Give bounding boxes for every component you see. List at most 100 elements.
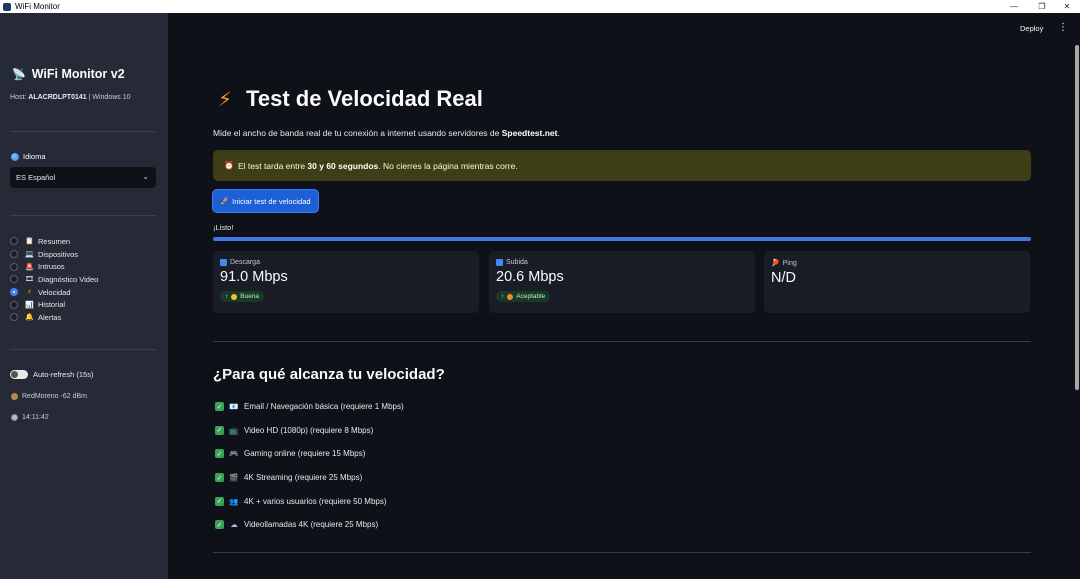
check-icon: ✓ <box>215 473 224 483</box>
clock-icon <box>11 414 18 421</box>
warning-banner: ⏰ El test tarda entre 30 y 60 segundos. … <box>213 150 1031 181</box>
sidebar-item-label: Diagnóstico Video <box>38 274 99 284</box>
metric-value: 20.6 Mbps <box>496 269 564 285</box>
warning-text: El test tarda entre 30 y 60 segundos. No… <box>238 161 518 171</box>
clapperboard-icon: 🎬 <box>229 473 239 483</box>
language-select-value: ES Español <box>16 173 56 182</box>
language-label: Idioma <box>11 152 46 161</box>
lightning-icon: ⚡ <box>218 88 233 111</box>
metric-upload: Subida 20.6 Mbps ↑ Aceptable <box>489 251 755 313</box>
sidebar-brand: 📡 WiFi Monitor v2 <box>12 67 125 81</box>
sidebar-divider <box>10 215 156 216</box>
section-title: ¿Para qué alcanza tu velocidad? <box>213 366 445 383</box>
autorefresh-toggle[interactable] <box>10 370 28 379</box>
sidebar-item-label: Velocidad <box>38 287 71 297</box>
sidebar-item-velocidad[interactable]: ⚡ Velocidad <box>10 286 98 299</box>
gamepad-icon: 🎮 <box>229 449 239 459</box>
film-icon: 🎞 <box>25 276 34 284</box>
bar-chart-icon: 📊 <box>25 301 34 309</box>
window-title: WiFi Monitor <box>15 2 60 11</box>
metric-value: 91.0 Mbps <box>220 269 288 285</box>
radio-icon <box>10 250 18 259</box>
radio-selected-icon <box>10 288 18 297</box>
list-item: ✓ 📺 Video HD (1080p) (requiere 8 Mbps) <box>215 419 404 443</box>
sidebar-item-label: Historial <box>38 300 66 310</box>
page-title: ⚡ Test de Velocidad Real <box>218 86 483 112</box>
sidebar-divider <box>10 131 156 132</box>
sidebar-item-label: Alertas <box>38 312 62 322</box>
button-label: Iniciar test de velocidad <box>232 196 311 206</box>
more-menu-icon[interactable]: ⋮ <box>1058 22 1068 33</box>
time-text: 14:11:42 <box>22 414 49 421</box>
check-icon: ✓ <box>215 520 224 530</box>
section-divider <box>213 341 1031 342</box>
minimize-button[interactable]: — <box>999 0 1029 13</box>
check-icon: ✓ <box>215 425 224 435</box>
sidebar-nav: 📋 Resumen 💻 Dispositivos 🚨 Intrusos 🎞 Diagnó… <box>10 235 98 324</box>
sidebar-item-diagnostico-video[interactable]: 🎞 Diagnóstico Video <box>10 273 98 286</box>
list-item: ✓ 🎮 Gaming online (requiere 15 Mbps) <box>215 442 404 466</box>
ping-pong-icon: 🏓 <box>771 260 780 267</box>
deploy-button[interactable]: Deploy <box>1020 24 1043 33</box>
start-speedtest-button[interactable]: 🚀 Iniciar test de velocidad <box>212 189 319 213</box>
autorefresh-row: Auto-refresh (15s) <box>10 370 93 379</box>
sidebar-divider <box>10 349 156 350</box>
metric-delta-text: Buena <box>240 293 260 300</box>
language-select[interactable]: ES Español ⌄ <box>10 167 156 188</box>
sidebar-item-alertas[interactable]: 🔔 Alertas <box>10 311 98 324</box>
list-item: ✓ 👥 4K + varios usuarios (requiere 50 Mbps… <box>215 489 404 513</box>
metric-delta-text: Aceptable <box>516 293 546 300</box>
check-icon: ✓ <box>215 402 224 412</box>
radio-icon <box>10 275 18 284</box>
radio-icon <box>10 300 18 309</box>
alarm-clock-icon: ⏰ <box>224 161 234 170</box>
metric-delta: ↑ Buena <box>220 291 265 302</box>
close-button[interactable]: ✕ <box>1052 0 1080 13</box>
radio-icon <box>10 262 18 271</box>
signal-icon <box>11 393 18 400</box>
host-name: ALACRDLPT0141 <box>28 94 87 101</box>
arrow-up-icon: ↑ <box>501 293 505 300</box>
warning-prefix: El test tarda entre <box>237 160 308 171</box>
metric-label: Ping <box>782 259 797 267</box>
sidebar: 📡 WiFi Monitor v2 Host: ALACRDLPT0141 | … <box>0 13 168 579</box>
progress-fill <box>213 237 1031 241</box>
autorefresh-label: Auto-refresh (15s) <box>33 370 94 379</box>
page-title-text: Test de Velocidad Real <box>246 86 483 111</box>
section-divider <box>213 552 1031 553</box>
email-icon: 📧 <box>229 402 239 412</box>
satellite-icon: 📡 <box>12 68 26 81</box>
list-item-label: Email / Navegación básica (requiere 1 Mb… <box>244 402 404 412</box>
host-prefix: Host: <box>10 94 29 101</box>
host-info: Host: ALACRDLPT0141 | Windows 10 <box>10 94 131 101</box>
bell-icon: 🔔 <box>25 314 34 322</box>
upload-arrow-icon <box>496 259 503 266</box>
list-item-label: Gaming online (requiere 15 Mbps) <box>244 449 366 459</box>
metric-delta: ↑ Aceptable <box>496 291 551 302</box>
sidebar-item-intrusos[interactable]: 🚨 Intrusos <box>10 260 98 273</box>
scrollbar[interactable] <box>1075 45 1079 390</box>
sidebar-item-historial[interactable]: 📊 Historial <box>10 298 98 311</box>
time-info: 14:11:42 <box>11 414 49 421</box>
list-item-label: Video HD (1080p) (requiere 8 Mbps) <box>244 425 374 435</box>
sidebar-item-label: Dispositivos <box>38 249 79 259</box>
warning-suffix: . No cierres la página mientras corre. <box>378 160 518 171</box>
language-label-text: Idioma <box>23 152 46 161</box>
host-os: | Windows 10 <box>86 94 131 101</box>
subtitle-suffix: . <box>557 128 560 138</box>
warning-bold: 30 y 60 segundos <box>307 160 379 171</box>
sidebar-item-resumen[interactable]: 📋 Resumen <box>10 235 98 248</box>
metric-download: Descarga 91.0 Mbps ↑ Buena <box>213 251 479 313</box>
list-item-label: Videollamadas 4K (requiere 25 Mbps) <box>244 520 379 530</box>
sidebar-item-dispositivos[interactable]: 💻 Dispositivos <box>10 248 98 261</box>
laptop-icon: 💻 <box>25 251 34 259</box>
cloud-icon: ☁ <box>230 520 238 530</box>
use-case-list: ✓ 📧 Email / Navegación básica (requiere 1 … <box>215 395 404 537</box>
alarm-icon: 🚨 <box>25 263 34 271</box>
sidebar-item-label: Intrusos <box>38 262 65 272</box>
users-icon: 👥 <box>229 496 239 506</box>
check-icon: ✓ <box>215 496 224 506</box>
list-item: ✓ 🎬 4K Streaming (requiere 25 Mbps) <box>215 466 404 490</box>
app-icon <box>3 2 11 11</box>
list-item: ✓ 📧 Email / Navegación básica (requiere 1 … <box>215 395 404 419</box>
